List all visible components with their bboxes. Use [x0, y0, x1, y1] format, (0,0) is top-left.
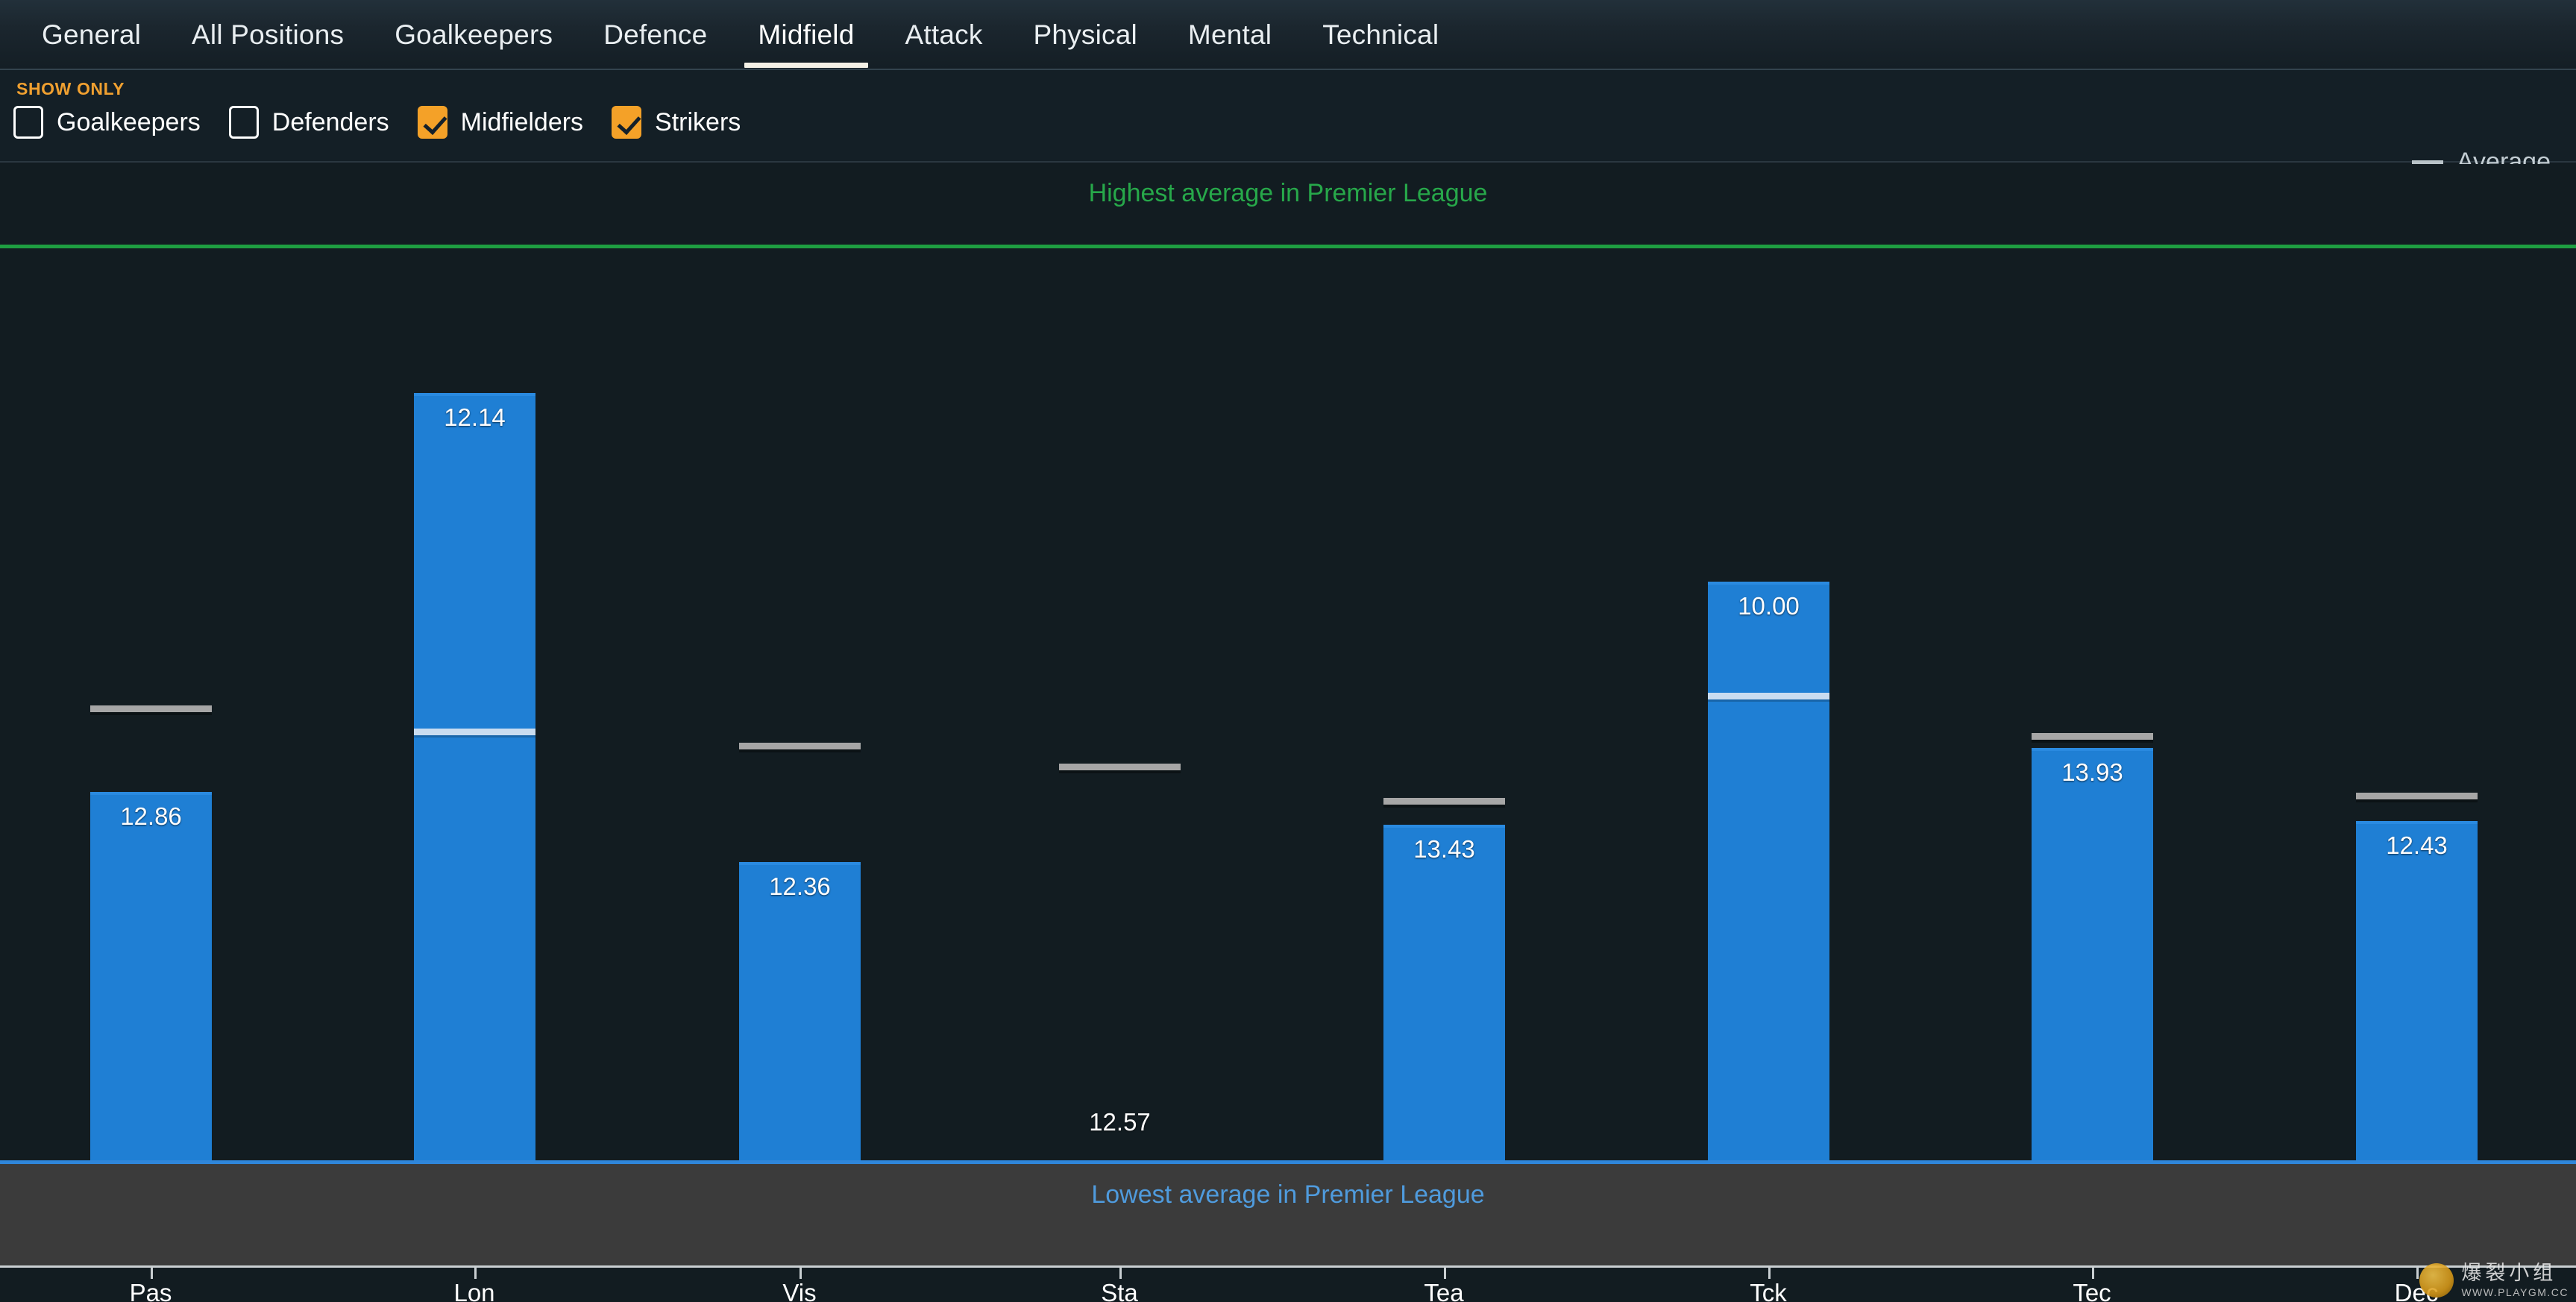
- bar-column-vis[interactable]: 12.36: [739, 164, 861, 1163]
- bar-column-lon[interactable]: 12.14: [414, 164, 535, 1163]
- checkbox-unchecked-icon[interactable]: [13, 106, 43, 139]
- checkbox-checked-icon[interactable]: [417, 106, 447, 139]
- filter-label: Strikers: [655, 107, 741, 136]
- bar-column-tck[interactable]: 10.00: [1708, 164, 1829, 1163]
- tab-physical[interactable]: Physical: [1008, 0, 1163, 70]
- tab-attack[interactable]: Attack: [880, 0, 1008, 70]
- filter-label: Midfielders: [460, 107, 584, 136]
- watermark-name: 爆裂小组: [2461, 1262, 2557, 1284]
- axis-tick: [2092, 1267, 2094, 1279]
- axis-label-sta: Sta: [1101, 1279, 1138, 1302]
- bar[interactable]: [1383, 825, 1505, 1163]
- tab-defence[interactable]: Defence: [578, 0, 732, 70]
- bar-column-sta[interactable]: 12.57: [1059, 164, 1181, 1163]
- axis-tick: [799, 1267, 802, 1279]
- bar[interactable]: [414, 393, 535, 1163]
- checkbox-unchecked-icon[interactable]: [228, 106, 259, 139]
- tab-general[interactable]: General: [16, 0, 166, 70]
- tab-goalkeepers[interactable]: Goalkeepers: [369, 0, 578, 70]
- axis-label-tec: Tec: [2073, 1279, 2111, 1302]
- filter-strikers[interactable]: Strikers: [612, 106, 741, 139]
- average-marker: [1059, 764, 1181, 770]
- bar[interactable]: [2356, 821, 2478, 1163]
- axis-label-pas: Pas: [129, 1279, 172, 1302]
- filter-label: Goalkeepers: [57, 107, 201, 136]
- axis-label-lon: Lon: [453, 1279, 495, 1302]
- bar-column-tec[interactable]: 13.93: [2032, 164, 2153, 1163]
- lowest-average-band: Lowest average in Premier League: [0, 1164, 2576, 1268]
- tab-technical[interactable]: Technical: [1297, 0, 1464, 70]
- bar[interactable]: [2032, 748, 2153, 1163]
- bar[interactable]: [739, 862, 861, 1163]
- average-marker: [90, 705, 212, 712]
- watermark: 爆裂小组 WWW.PLAYGM.CC: [2419, 1263, 2569, 1298]
- tab-all-positions[interactable]: All Positions: [166, 0, 369, 70]
- category-tab-bar: General All Positions Goalkeepers Defence Mi…: [0, 0, 2576, 70]
- axis-tick: [2416, 1267, 2419, 1279]
- filter-defenders[interactable]: Defenders: [228, 106, 389, 139]
- axis-label-tea: Tea: [1424, 1279, 1464, 1302]
- filter-bar: SHOW ONLY Goalkeepers Defenders Midfielder…: [0, 70, 2576, 176]
- average-marker: [2356, 793, 2478, 799]
- position-filter-group: Goalkeepers Defenders Midfielders Strikers: [13, 106, 769, 139]
- lowest-average-label: Lowest average in Premier League: [1091, 1180, 1485, 1209]
- bar-column-pas[interactable]: 12.86: [90, 164, 212, 1163]
- axis-tick: [1444, 1267, 1446, 1279]
- filter-goalkeepers[interactable]: Goalkeepers: [13, 106, 201, 139]
- show-only-heading: SHOW ONLY: [16, 79, 125, 98]
- average-marker: [2032, 733, 2153, 740]
- axis-tick: [151, 1267, 153, 1279]
- average-marker: [414, 729, 535, 735]
- chart-plot-area: 12.86 12.14 12.36 12.57 13.43 10.00 13.93 12.43: [0, 164, 2576, 1163]
- bar-value-label: 12.57: [1089, 1108, 1151, 1136]
- x-axis: Pas Lon Vis Sta Tea Tck Tec Dec: [0, 1267, 2576, 1302]
- average-marker: [739, 743, 861, 749]
- axis-tick: [1768, 1267, 1771, 1279]
- tab-midfield[interactable]: Midfield: [732, 0, 879, 70]
- average-marker: [1383, 798, 1505, 805]
- watermark-logo-icon: [2419, 1263, 2454, 1298]
- tab-mental[interactable]: Mental: [1163, 0, 1297, 70]
- axis-label-tck: Tck: [1750, 1279, 1787, 1302]
- watermark-url: WWW.PLAYGM.CC: [2461, 1286, 2569, 1298]
- axis-tick: [1119, 1267, 1122, 1279]
- axis-tick: [474, 1267, 477, 1279]
- bar-column-dec[interactable]: 12.43: [2356, 164, 2478, 1163]
- bar-column-tea[interactable]: 13.43: [1383, 164, 1505, 1163]
- average-marker: [1708, 693, 1829, 699]
- filter-label: Defenders: [271, 107, 389, 136]
- attribute-bar-chart: Highest average in Premier League 12.86 1…: [0, 164, 2576, 1163]
- bar[interactable]: [90, 792, 212, 1163]
- bar[interactable]: [1708, 582, 1829, 1163]
- squad-comparison-screen: General All Positions Goalkeepers Defence Mi…: [0, 0, 2576, 1302]
- checkbox-checked-icon[interactable]: [612, 106, 642, 139]
- filter-midfielders[interactable]: Midfielders: [417, 106, 584, 139]
- axis-label-vis: Vis: [782, 1279, 817, 1302]
